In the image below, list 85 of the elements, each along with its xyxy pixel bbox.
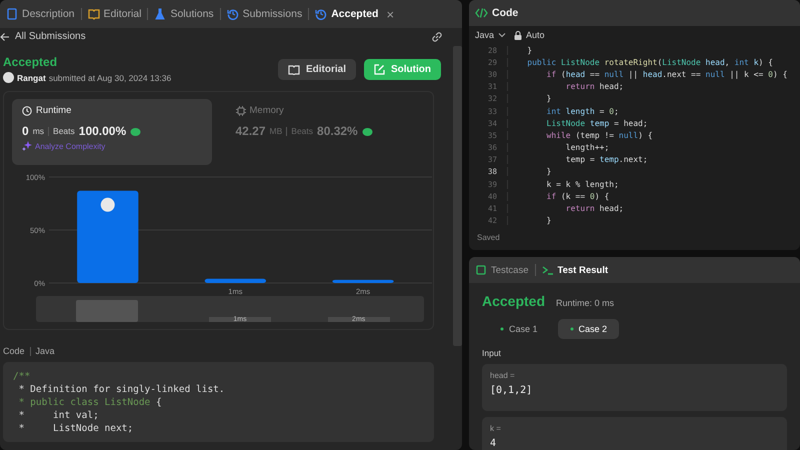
stat-title: Runtime: [36, 105, 72, 116]
code-line: }: [507, 94, 552, 104]
code-line: length++;: [507, 143, 610, 152]
code-line: if (head == null || head.next == null || k <= 0) {: [507, 70, 788, 79]
beats-label: Beats: [291, 126, 314, 136]
panel-tab[interactable]: Solutions: [150, 8, 218, 20]
code-line: * int val;: [18, 409, 100, 422]
user-name: Rangat: [17, 72, 46, 82]
stat-value: 42.27: [236, 124, 266, 138]
parameter-name: head =: [490, 371, 516, 380]
language-label: Java: [36, 346, 55, 356]
edit-icon: [374, 64, 385, 74]
avatar-icon: [3, 72, 14, 83]
code-line: * ListNode next;: [18, 422, 134, 435]
dot-icon: [570, 327, 574, 331]
submitted-time: submitted at Aug 30, 2024 13:36: [48, 72, 172, 82]
stat-unit: ms: [32, 126, 44, 136]
code-line: * Definition for singly-linked list.: [18, 383, 226, 396]
code-line: }: [507, 167, 552, 176]
code-line: k = k % length;: [507, 180, 619, 189]
scrollbar[interactable]: [453, 46, 462, 346]
terminal-icon: [542, 264, 554, 276]
save-status: Saved: [476, 233, 501, 244]
bar[interactable]: [332, 280, 394, 283]
link-icon: [431, 30, 443, 42]
beats-percent: 100.00%: [78, 124, 126, 138]
runtime-text: Runtime: 0 ms: [556, 298, 614, 308]
runtime-stat-card[interactable]: Runtime 0 ms Beats 100.00% Analyze Complexity: [12, 99, 212, 165]
chevron-down-icon: [498, 32, 506, 38]
clock-icon: [22, 106, 32, 116]
stat-value: 0: [22, 124, 29, 138]
sparkle-icon: [22, 141, 32, 151]
panel-tab[interactable]: Description: [2, 8, 79, 20]
bar[interactable]: [204, 278, 266, 283]
code-line: public ListNode rotateRight(ListNode head, int k) {: [507, 58, 773, 67]
code-icon: [475, 8, 488, 18]
close-button[interactable]: ×: [382, 6, 398, 22]
code-line: return head;: [507, 204, 624, 214]
panel-tab[interactable]: Test Result: [542, 264, 608, 276]
panel-title: Code: [492, 7, 518, 19]
history-icon: [315, 8, 328, 20]
panel-tab[interactable]: Testcase: [475, 264, 528, 276]
code-line: ListNode temp = head;: [507, 118, 648, 128]
left-arrow-icon: [0, 32, 10, 42]
case-tab[interactable]: Case 2: [558, 319, 620, 339]
book-icon: [288, 64, 300, 74]
panel-tab[interactable]: Accepted: [311, 8, 382, 20]
document-icon: [6, 8, 18, 20]
submission-status: Accepted: [3, 55, 58, 69]
beats-label: Beats: [53, 126, 75, 136]
history-icon: [226, 8, 239, 20]
code-line: if (k == 0) {: [507, 192, 610, 201]
code-line: /**: [13, 370, 32, 383]
back-link[interactable]: All Submissions: [0, 31, 86, 42]
code-line: temp = temp.next;: [507, 155, 648, 164]
stat-unit: MB: [270, 126, 282, 136]
memory-stat-card[interactable]: Memory 42.27 MB Beats 80.32%: [226, 99, 425, 165]
beats-percent: 80.32%: [317, 124, 358, 138]
code-line: }: [507, 46, 532, 55]
book-icon: [88, 8, 100, 20]
parameter-value: 4: [490, 438, 498, 449]
code-line: while (temp != null) {: [507, 130, 653, 140]
result-status: Accepted: [482, 293, 546, 309]
parameter-value: [0,1,2]: [490, 385, 534, 396]
bar[interactable]: [77, 190, 138, 283]
section-title: Code: [3, 346, 25, 356]
code-line: * public class ListNode {: [18, 396, 163, 409]
panel-tab[interactable]: Editorial: [84, 8, 146, 20]
case-tab[interactable]: Case 1: [488, 319, 550, 339]
input-label: Input: [482, 348, 502, 358]
panel-tab[interactable]: Submissions: [222, 8, 306, 20]
code-line: }: [507, 216, 552, 226]
stat-title: Memory: [250, 105, 284, 116]
editorial-button[interactable]: Editorial: [278, 58, 356, 80]
code-line: return head;: [507, 82, 624, 92]
flask-icon: [154, 8, 166, 20]
dot-icon: [500, 327, 504, 331]
parameter-name: k =: [490, 424, 502, 433]
square-icon: [475, 264, 487, 276]
language-dropdown[interactable]: Java: [475, 30, 506, 40]
avatar-icon: [100, 198, 115, 212]
auto-mode-button[interactable]: Auto: [514, 30, 545, 40]
lock-icon: [514, 30, 522, 40]
code-line: int length = 0;: [507, 106, 619, 116]
chip-icon: [236, 106, 246, 116]
